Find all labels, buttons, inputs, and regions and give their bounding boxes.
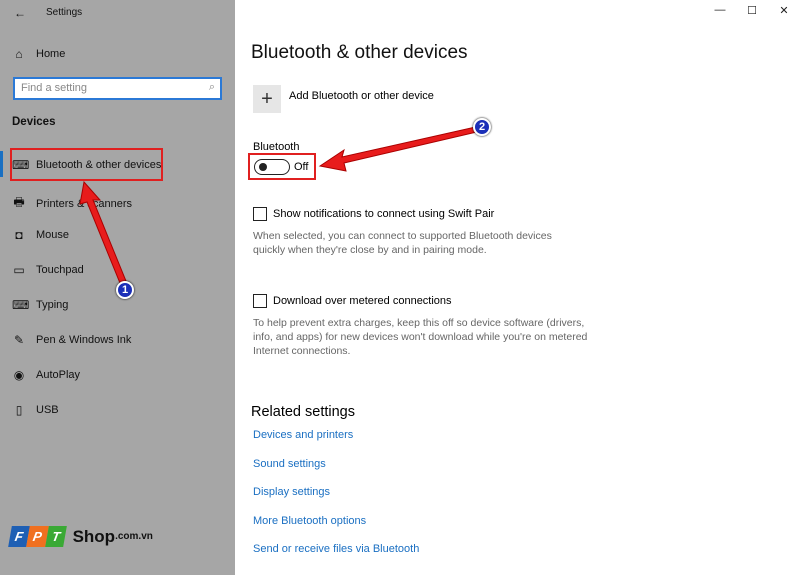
arrow-2 <box>318 125 482 172</box>
annotation-badge-2: 2 <box>473 118 491 136</box>
annotation-badge-1: 1 <box>116 281 134 299</box>
arrow-1 <box>79 180 129 289</box>
